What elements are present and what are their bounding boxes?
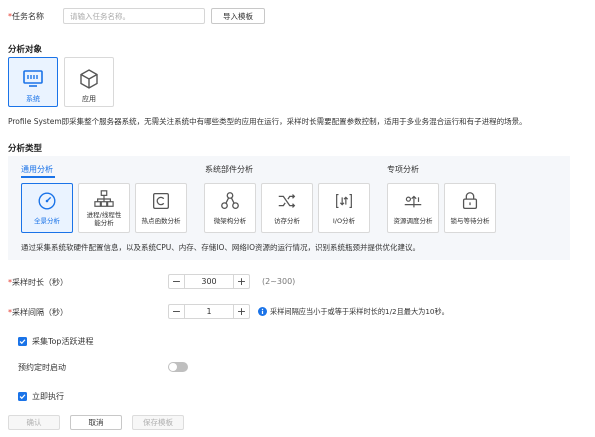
type-card-label: 锁与等待分析 [450,217,490,225]
type-card-memory-access[interactable]: 访存分析 [261,183,313,233]
increment-button[interactable]: + [234,275,249,288]
gauge-icon [38,192,56,210]
object-option-application[interactable]: 应用 [64,57,114,107]
group-tab-underline [21,176,55,178]
type-card-panorama[interactable]: 全景分析 [21,183,73,233]
scheduled-start-label: 预约定时启动 [18,363,66,372]
group-tab-special[interactable]: 专项分析 [387,164,419,175]
check-icon [19,394,26,400]
decrement-button[interactable]: − [169,305,184,318]
collect-top-checkbox[interactable] [18,337,27,346]
nodes-icon [221,192,239,209]
type-card-lock-wait[interactable]: 锁与等待分析 [444,183,496,233]
save-template-button[interactable]: 保存模板 [132,415,184,430]
type-card-label: I/O分析 [332,217,356,225]
object-option-label: 系统 [26,95,40,103]
duration-label: *采样时长（秒） [8,278,68,287]
type-card-label: 热点函数分析 [141,217,181,225]
group-tab-system-component[interactable]: 系统部件分析 [205,164,253,175]
type-card-label: 访存分析 [274,217,300,225]
decrement-button[interactable]: − [169,275,184,288]
type-card-process-thread[interactable]: 进程/线程性 能分析 [78,183,130,233]
scheduled-start-toggle[interactable] [168,362,188,372]
duration-value[interactable]: 300 [184,275,234,288]
analysis-object-title: 分析对象 [8,45,43,55]
hierarchy-icon [94,190,114,207]
interval-value[interactable]: 1 [184,305,234,318]
analysis-object-description: Profile System即采集整个服务器系统，无需关注系统中有哪些类型的应用… [8,117,527,126]
type-card-resource-scheduling[interactable]: 资源调度分析 [387,183,439,233]
type-card-io[interactable]: I/O分析 [318,183,370,233]
code-c-icon [153,193,169,209]
run-now-label: 立即执行 [32,392,64,401]
type-card-label: 资源调度分析 [393,217,433,225]
duration-range: (2~300) [262,277,296,286]
lock-icon [462,192,478,209]
shuffle-icon [278,194,296,208]
analysis-type-description: 通过采集系统软硬件配置信息，以及系统CPU、内存、存储IO、网络IO资源的运行情… [21,243,420,252]
cancel-button[interactable]: 取消 [70,415,122,430]
task-name-input[interactable]: 请输入任务名称。 [63,8,205,24]
task-name-label: *任务名称 [8,12,44,21]
info-icon [258,307,267,316]
interval-label: *采样间隔（秒） [8,308,68,317]
monitor-icon [23,70,43,87]
run-now-checkbox[interactable] [18,392,27,401]
object-option-system[interactable]: 系统 [8,57,58,107]
increment-button[interactable]: + [234,305,249,318]
check-icon [19,339,26,345]
interval-stepper[interactable]: − 1 + [168,304,250,319]
confirm-button[interactable]: 确认 [8,415,60,430]
analysis-type-title: 分析类型 [8,144,43,154]
io-arrows-icon [336,193,352,209]
type-card-label: 全景分析 [34,217,60,225]
interval-hint: 采样间隔应当小于或等于采样时长的1/2且最大为10秒。 [270,307,449,316]
group-tab-general[interactable]: 通用分析 [21,164,53,175]
schedule-icon [404,195,422,208]
import-template-button[interactable]: 导入模板 [211,8,265,24]
cube-icon [80,69,98,89]
type-card-label: 微架构分析 [213,217,247,225]
type-card-hotspot[interactable]: 热点函数分析 [135,183,187,233]
duration-stepper[interactable]: − 300 + [168,274,250,289]
collect-top-label: 采集Top活跃进程 [32,337,94,346]
object-option-label: 应用 [82,95,96,103]
type-card-microarch[interactable]: 微架构分析 [204,183,256,233]
toggle-knob [169,363,177,371]
type-card-label: 进程/线程性 能分析 [86,211,122,227]
